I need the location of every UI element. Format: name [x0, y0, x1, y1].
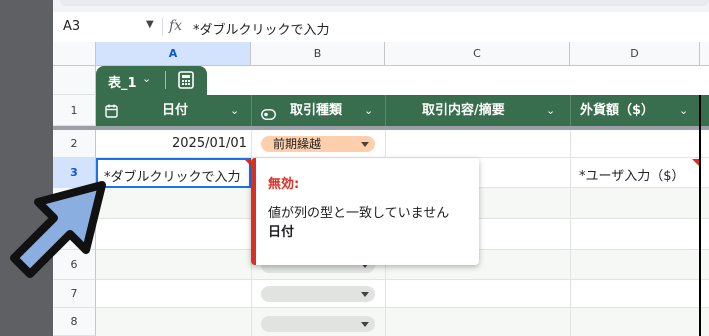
- row-header-blank: [53, 66, 96, 95]
- column-title-description[interactable]: 取引内容/摘要: [422, 95, 505, 126]
- row-header-1[interactable]: 1: [53, 95, 96, 126]
- table-tab-row: 表_1 ⌄: [96, 66, 709, 95]
- calculator-icon[interactable]: [178, 71, 194, 93]
- type-chip-empty[interactable]: [261, 286, 375, 302]
- row-header-2[interactable]: 2: [53, 130, 96, 158]
- table-tab[interactable]: 表_1 ⌄: [96, 66, 207, 95]
- table-name: 表_1: [108, 76, 137, 91]
- error-flag-icon: [244, 159, 251, 166]
- chip-dropdown-icon[interactable]: [361, 322, 369, 327]
- row-header-8[interactable]: 8: [53, 308, 96, 336]
- chevron-down-icon[interactable]: ⌄: [142, 72, 151, 85]
- chip-label: 前期繰越: [273, 137, 322, 151]
- popup-message: 値が列の型と一致していません: [268, 206, 450, 221]
- pointer-arrow-icon: [10, 181, 106, 278]
- column-header-d[interactable]: D: [570, 42, 700, 66]
- grid-line: [96, 279, 709, 280]
- column-header-e[interactable]: [700, 42, 709, 66]
- header-separator: [385, 95, 386, 126]
- cell-date[interactable]: 2025/01/01: [172, 136, 247, 151]
- formula-input[interactable]: *ダブルクリックで入力: [193, 19, 330, 38]
- formula-bar-divider: [162, 18, 163, 36]
- column-header-b[interactable]: B: [251, 42, 385, 66]
- type-chip[interactable]: 前期繰越: [261, 136, 375, 152]
- formula-bar: A3 ▼ fx *ダブルクリックで入力: [53, 12, 709, 43]
- header-freeze-line: [96, 126, 709, 130]
- toolbar-area: [60, 0, 709, 6]
- column-header-a[interactable]: A: [96, 42, 251, 66]
- chip-dropdown-icon[interactable]: [361, 292, 369, 297]
- grid-line: [570, 130, 571, 336]
- chevron-down-icon[interactable]: ⌄: [546, 95, 555, 126]
- select-all-corner[interactable]: [53, 42, 96, 66]
- popup-title: 無効:: [268, 177, 300, 192]
- validation-error-popup: 無効: 値が列の型と一致していません 日付: [251, 158, 479, 265]
- column-title-foreign-amount[interactable]: 外貨額（$）: [580, 95, 654, 126]
- grid-line: [96, 307, 709, 308]
- tab-divider: [165, 71, 166, 89]
- dropdown-chip-icon: [261, 105, 276, 124]
- header-separator: [570, 95, 571, 126]
- name-box-dropdown-icon[interactable]: ▼: [146, 19, 154, 30]
- column-title-type[interactable]: 取引種類: [290, 95, 342, 126]
- row-band: [96, 308, 709, 336]
- header-separator: [251, 95, 252, 126]
- column-title-date[interactable]: 日付: [162, 95, 188, 126]
- fx-icon: fx: [169, 18, 183, 34]
- calendar-icon: [105, 103, 118, 122]
- popup-field-name: 日付: [268, 225, 295, 240]
- column-header-c[interactable]: C: [385, 42, 570, 66]
- type-chip-empty[interactable]: [261, 316, 375, 332]
- table-header-row: 日付 ⌄ 取引種類 ⌄ 取引内容/摘要 ⌄ 外貨額（$） ⌄: [96, 95, 709, 126]
- table-right-border: [699, 95, 701, 336]
- cell-foreign-amount[interactable]: *ユーザ入力（$）: [579, 165, 685, 184]
- name-box[interactable]: A3: [63, 19, 80, 34]
- error-flag-icon: [692, 159, 699, 166]
- chevron-down-icon[interactable]: ⌄: [679, 95, 688, 126]
- error-accent-bar: [251, 158, 256, 265]
- chevron-down-icon[interactable]: ⌄: [230, 95, 239, 126]
- chip-dropdown-icon[interactable]: [361, 142, 369, 147]
- chevron-down-icon[interactable]: ⌄: [364, 95, 373, 126]
- cell-date-input[interactable]: *ダブルクリックで入力: [104, 166, 241, 185]
